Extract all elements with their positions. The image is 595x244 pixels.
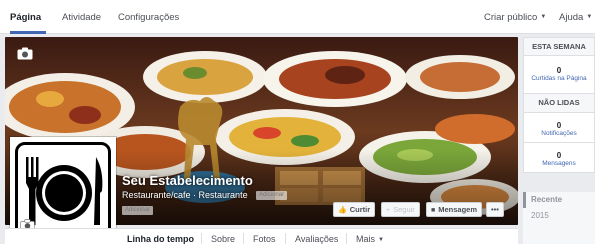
follow-button[interactable]: + Seguir bbox=[381, 202, 420, 217]
like-label: Curtir bbox=[349, 205, 371, 214]
tab-divider bbox=[243, 233, 244, 244]
camera-icon[interactable] bbox=[17, 47, 33, 60]
admin-sidebar: ESTA SEMANA 0 Curtidas na Página NÃO LID… bbox=[523, 37, 595, 173]
help-label: Ajuda bbox=[559, 12, 584, 23]
unread-header: NÃO LIDAS bbox=[523, 94, 595, 113]
notifications-label: Notificações bbox=[541, 130, 577, 137]
likes-label: Curtidas na Página bbox=[531, 75, 587, 82]
message-icon: ■ bbox=[431, 207, 436, 214]
tab-more[interactable]: Mais ▼ bbox=[356, 234, 384, 244]
create-public-button[interactable]: Criar público ▼ bbox=[484, 12, 546, 23]
plus-icon: + bbox=[386, 207, 391, 214]
tab-activity[interactable]: Atividade bbox=[62, 12, 101, 23]
help-button[interactable]: Ajuda ▼ bbox=[559, 12, 592, 23]
chevron-down-icon: ▼ bbox=[378, 236, 384, 243]
tab-settings[interactable]: Configurações bbox=[118, 12, 179, 23]
this-week-header: ESTA SEMANA bbox=[523, 37, 595, 56]
notifications-stat[interactable]: 0 Notificações bbox=[523, 113, 595, 143]
add-category-chip[interactable]: Adicionar bbox=[256, 191, 288, 201]
notifications-count: 0 bbox=[556, 121, 562, 130]
page-likes-stat[interactable]: 0 Curtidas na Página bbox=[523, 56, 595, 94]
messages-stat[interactable]: 0 Mensagens bbox=[523, 143, 595, 173]
likes-count: 0 bbox=[556, 66, 562, 75]
tab-reviews[interactable]: Avaliações bbox=[295, 234, 338, 244]
message-label: Mensagem bbox=[438, 205, 477, 214]
recent-indicator bbox=[523, 192, 526, 208]
active-tab-indicator bbox=[10, 31, 46, 34]
like-button[interactable]: 👍 Curtir bbox=[333, 202, 376, 217]
timeline-year-nav: Recente 2015 bbox=[523, 192, 595, 244]
chevron-down-icon: ▼ bbox=[586, 14, 593, 21]
create-public-label: Criar público bbox=[484, 12, 538, 23]
tab-divider bbox=[346, 233, 347, 244]
page-tabs: Linha do tempo Sobre Fotos Avaliações Ma… bbox=[5, 228, 518, 244]
thumbs-up-icon: 👍 bbox=[338, 207, 347, 214]
add-username-chip[interactable]: Adicionar bbox=[122, 206, 154, 215]
more-button[interactable]: ••• bbox=[486, 202, 504, 217]
chevron-down-icon: ▼ bbox=[540, 14, 547, 21]
year-link[interactable]: 2015 bbox=[531, 211, 549, 220]
tab-divider bbox=[285, 233, 286, 244]
tab-more-label: Mais bbox=[356, 234, 376, 244]
messages-count: 0 bbox=[556, 151, 562, 160]
messages-label: Mensagens bbox=[542, 160, 576, 167]
follow-label: Seguir bbox=[393, 205, 415, 214]
message-button[interactable]: ■ Mensagem bbox=[426, 202, 482, 217]
page-name[interactable]: Seu Estabelecimento bbox=[122, 173, 253, 188]
recent-link[interactable]: Recente bbox=[531, 195, 562, 204]
more-icon: ••• bbox=[491, 205, 499, 214]
page-category-text: Restaurante/cafe · Restaurante bbox=[122, 190, 248, 200]
tab-divider bbox=[201, 233, 202, 244]
admin-top-nav: Página Atividade Configurações Criar púb… bbox=[0, 0, 595, 34]
tab-about[interactable]: Sobre bbox=[211, 234, 235, 244]
tab-timeline[interactable]: Linha do tempo bbox=[127, 234, 194, 244]
tab-page[interactable]: Página bbox=[10, 12, 41, 23]
page-category: Restaurante/cafe · Restaurante Adicionar bbox=[122, 190, 288, 201]
tab-photos[interactable]: Fotos bbox=[253, 234, 276, 244]
